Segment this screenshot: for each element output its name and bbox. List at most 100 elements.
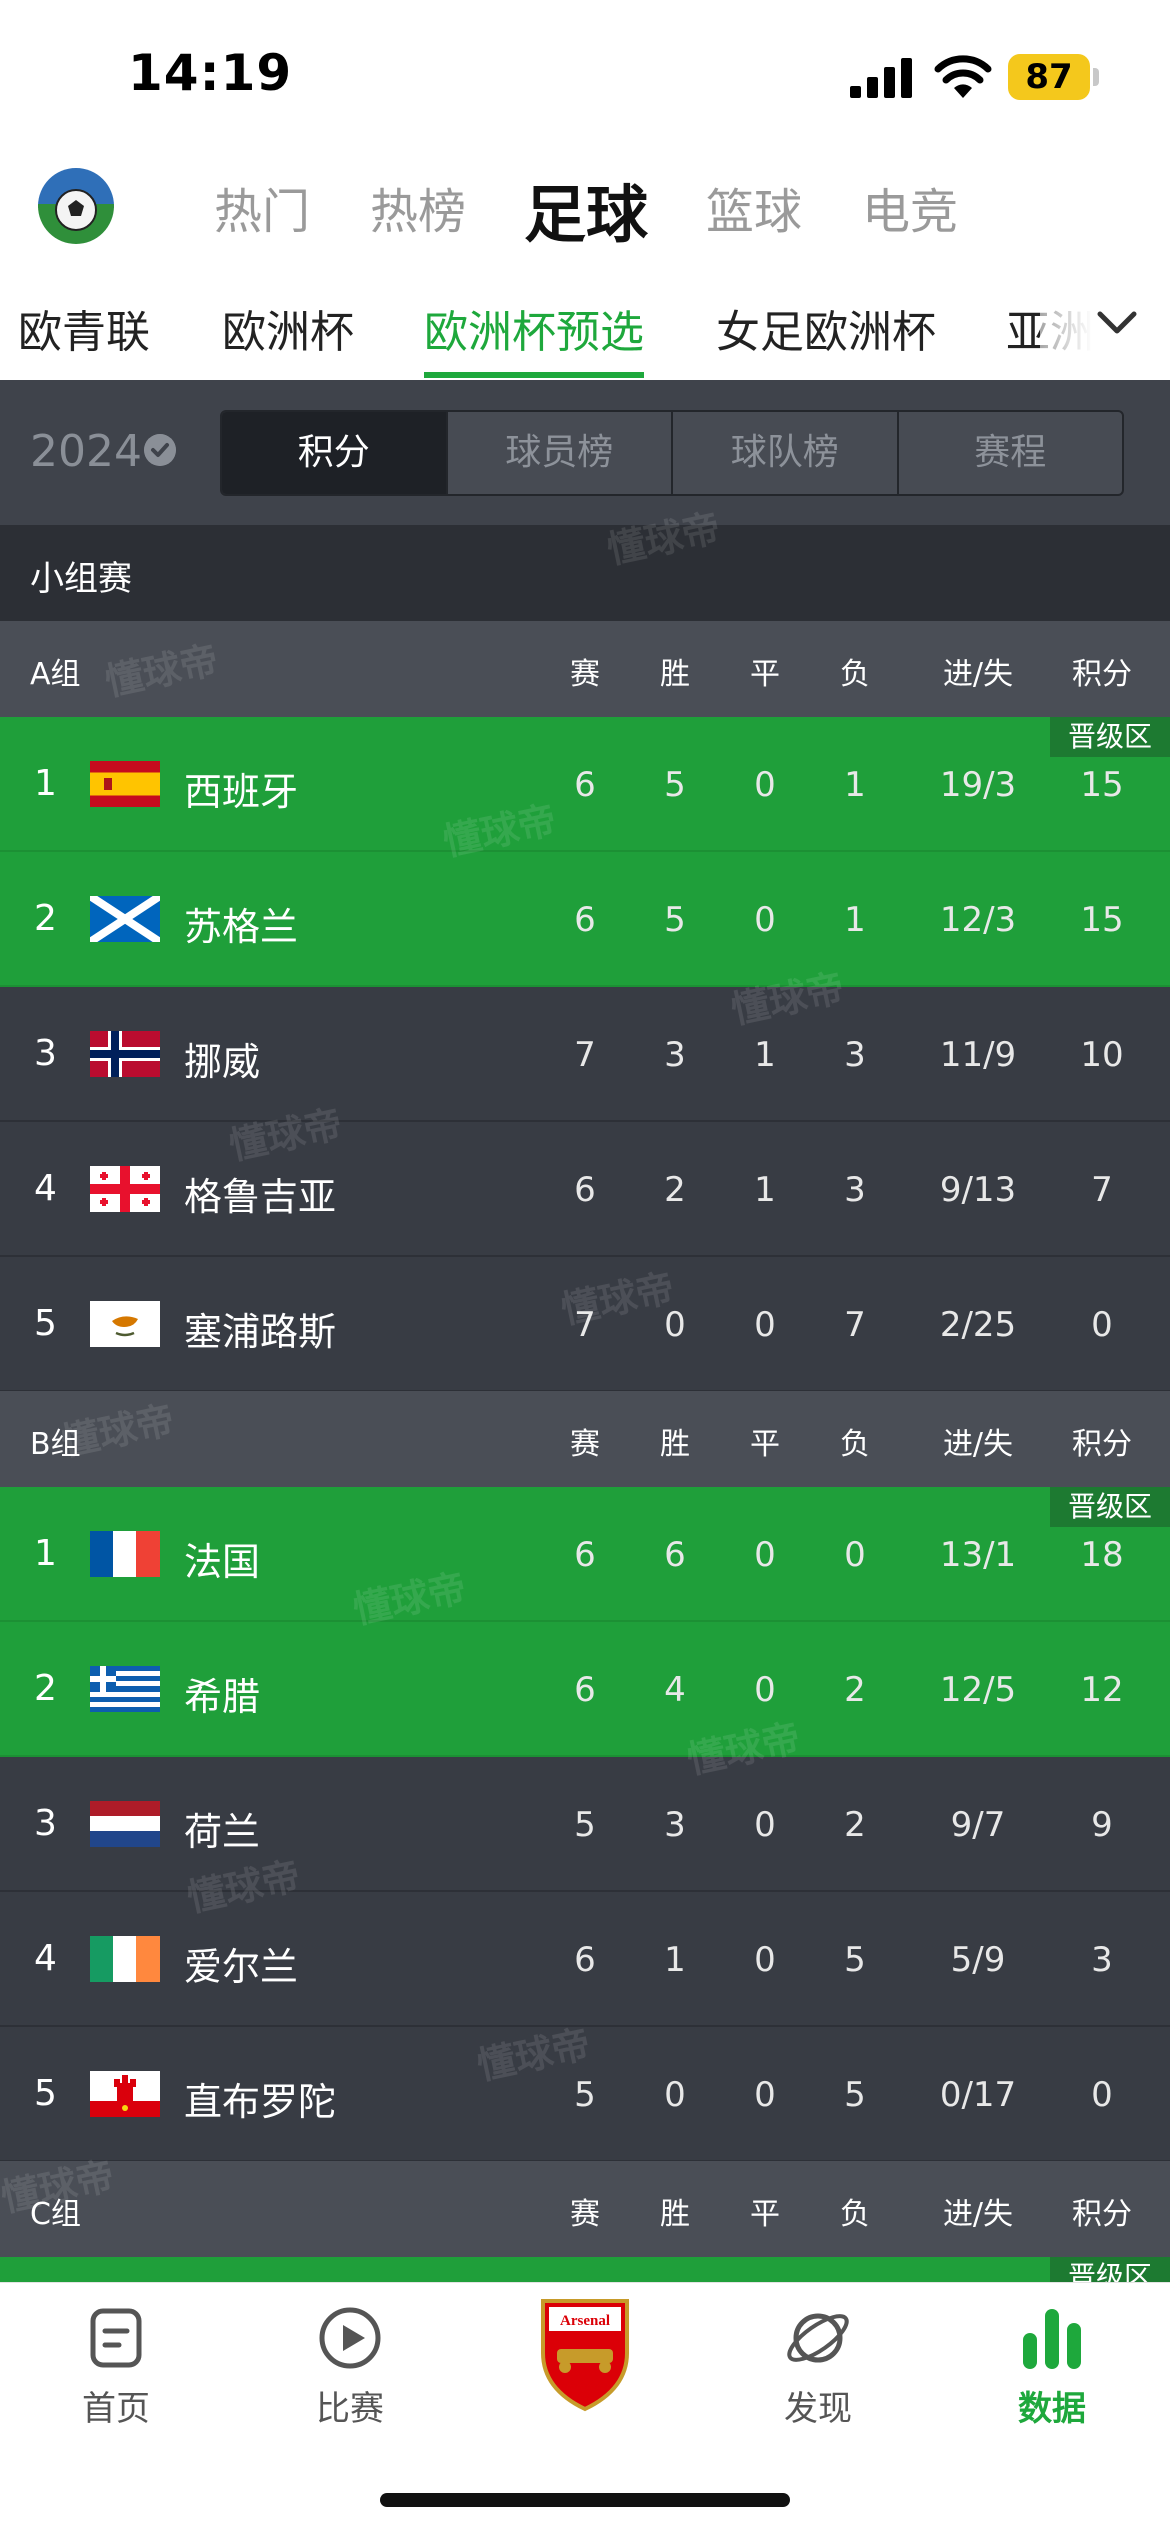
segment-schedule[interactable]: 赛程	[899, 412, 1123, 494]
greece-flag-icon	[90, 1666, 160, 1712]
drawn: 0	[754, 1805, 776, 1845]
played: 6	[574, 900, 596, 940]
sub-tab-uefa-youth-league[interactable]: 欧青联	[18, 296, 150, 360]
col-played: 赛	[570, 657, 600, 692]
bar-chart-icon	[1023, 2309, 1081, 2369]
top-nav: 热门 热榜 足球 篮球 电竞	[0, 150, 1170, 270]
tab-discover[interactable]: 发现	[738, 2303, 898, 2430]
lost: 7	[844, 1305, 866, 1345]
points: 9	[1091, 1805, 1113, 1845]
col-lost: 负	[840, 2197, 870, 2232]
lost: 3	[844, 1035, 866, 1075]
stage-header: 小组赛	[0, 525, 1170, 621]
drawn: 0	[754, 1940, 776, 1980]
col-drawn: 平	[750, 657, 780, 692]
chevron-down-icon[interactable]	[1096, 308, 1138, 338]
col-goals: 进/失	[942, 1427, 1014, 1462]
col-drawn: 平	[750, 2197, 780, 2232]
drawn: 0	[754, 2075, 776, 2115]
segment-standings[interactable]: 积分	[222, 412, 448, 494]
points: 0	[1091, 2075, 1113, 2115]
rank: 2	[34, 898, 57, 939]
lost: 0	[844, 1535, 866, 1575]
tab-label: 发现	[784, 2389, 852, 2429]
table-row[interactable]: 3 挪威 7 3 1 3 11/9 10	[0, 987, 1170, 1122]
table-row[interactable]: 晋级区 1 西班牙 6 5 0 1 19/3 15	[0, 717, 1170, 852]
sub-tab-euro-qualifiers[interactable]: 欧洲杯预选	[424, 296, 644, 360]
tab-matches[interactable]: 比赛	[270, 2303, 430, 2430]
tab-hot-list[interactable]: 热榜	[370, 172, 466, 242]
lost: 3	[844, 1170, 866, 1210]
sub-tab-women-euro[interactable]: 女足欧洲杯	[716, 296, 936, 360]
tab-label: 首页	[82, 2389, 150, 2429]
drawn: 0	[754, 1670, 776, 1710]
goals-for-against: 9/7	[950, 1805, 1006, 1845]
team-name: 直布罗陀	[184, 2080, 337, 2124]
tab-hot[interactable]: 热门	[214, 172, 310, 242]
battery-indicator: 87	[1008, 54, 1090, 100]
group-header: A组 赛 胜 平 负 进/失 积分	[0, 621, 1170, 717]
table-row[interactable]: 3 荷兰 5 3 0 2 9/7 9	[0, 1757, 1170, 1892]
won: 3	[664, 1805, 686, 1845]
netherlands-flag-icon	[90, 1801, 160, 1847]
active-tab-underline	[424, 372, 644, 378]
tab-football[interactable]: 足球	[524, 164, 648, 254]
table-row[interactable]: 2 苏格兰 6 5 0 1 12/3 15	[0, 852, 1170, 987]
check-circle-icon[interactable]	[144, 434, 176, 466]
table-row[interactable]: 4 格鲁吉亚 6 2 1 3 9/13 7	[0, 1122, 1170, 1257]
season-selector[interactable]: 2024	[30, 426, 142, 477]
rank: 1	[34, 1533, 57, 1574]
tab-home[interactable]: 首页	[36, 2303, 196, 2430]
col-goals: 进/失	[942, 657, 1014, 692]
won: 4	[664, 1670, 686, 1710]
competition-nav: 欧青联 欧洲杯 欧洲杯预选 女足欧洲杯 亚洲	[0, 270, 1170, 380]
tab-esports[interactable]: 电竞	[862, 172, 958, 242]
points: 12	[1080, 1670, 1124, 1710]
won: 0	[664, 1305, 686, 1345]
group-header: B组 赛 胜 平 负 进/失 积分	[0, 1391, 1170, 1487]
group-table-a: A组 赛 胜 平 负 进/失 积分 晋级区 1 西班牙 6 5 0 1 19/3…	[0, 621, 1170, 1392]
goals-for-against: 2/25	[939, 1305, 1017, 1345]
cyprus-flag-icon	[90, 1301, 160, 1347]
table-row[interactable]: 5 塞浦路斯 7 0 0 7 2/25 0	[0, 1257, 1170, 1392]
rank: 3	[34, 1803, 57, 1844]
sub-tab-euro[interactable]: 欧洲杯	[222, 296, 354, 360]
arsenal-crest-icon[interactable]: Arsenal	[535, 2293, 635, 2413]
group-table-b: B组 赛 胜 平 负 进/失 积分 晋级区 1 法国 6 6 0 0 13/1 …	[0, 1391, 1170, 2162]
norway-flag-icon	[90, 1031, 160, 1077]
points: 7	[1091, 1170, 1113, 1210]
col-played: 赛	[570, 1427, 600, 1462]
segment-team-ranking[interactable]: 球队榜	[673, 412, 899, 494]
lost: 2	[844, 1805, 866, 1845]
played: 5	[574, 2075, 596, 2115]
tab-data[interactable]: 数据	[972, 2303, 1132, 2430]
points: 10	[1080, 1035, 1124, 1075]
drawn: 1	[754, 1035, 776, 1075]
table-row[interactable]: 2 希腊 6 4 0 2 12/5 12	[0, 1622, 1170, 1757]
france-flag-icon	[90, 1531, 160, 1577]
cellular-signal-icon	[850, 58, 912, 98]
bottom-tab-bar: 首页 比赛 Arsenal 发现 数据	[0, 2282, 1170, 2532]
table-row[interactable]: 5 直布罗陀 5 0 0 5 0/17 0	[0, 2027, 1170, 2162]
table-row[interactable]: 4 爱尔兰 6 1 0 5 5/9 3	[0, 1892, 1170, 2027]
ireland-flag-icon	[90, 1936, 160, 1982]
avatar[interactable]	[38, 168, 114, 244]
col-points: 积分	[1072, 657, 1132, 692]
tab-basketball[interactable]: 篮球	[706, 172, 802, 242]
status-time: 14:19	[128, 44, 293, 102]
lost: 2	[844, 1670, 866, 1710]
rank: 4	[34, 1168, 57, 1209]
spain-flag-icon	[90, 761, 160, 807]
soccer-ball-avatar-icon	[38, 168, 114, 244]
group-header: C组 赛 胜 平 负 进/失 积分	[0, 2161, 1170, 2257]
georgia-flag-icon	[90, 1166, 160, 1212]
qualify-badge: 晋级区	[1050, 1487, 1170, 1527]
table-row[interactable]: 晋级区 1 法国 6 6 0 0 13/1 18	[0, 1487, 1170, 1622]
segment-player-ranking[interactable]: 球员榜	[448, 412, 673, 494]
rank: 2	[34, 1668, 57, 1709]
segmented-control: 积分 球员榜 球队榜 赛程	[220, 410, 1124, 496]
status-bar: 14:19 87	[0, 0, 1170, 150]
won: 6	[664, 1535, 686, 1575]
scotland-flag-icon	[90, 896, 160, 942]
won: 5	[664, 900, 686, 940]
